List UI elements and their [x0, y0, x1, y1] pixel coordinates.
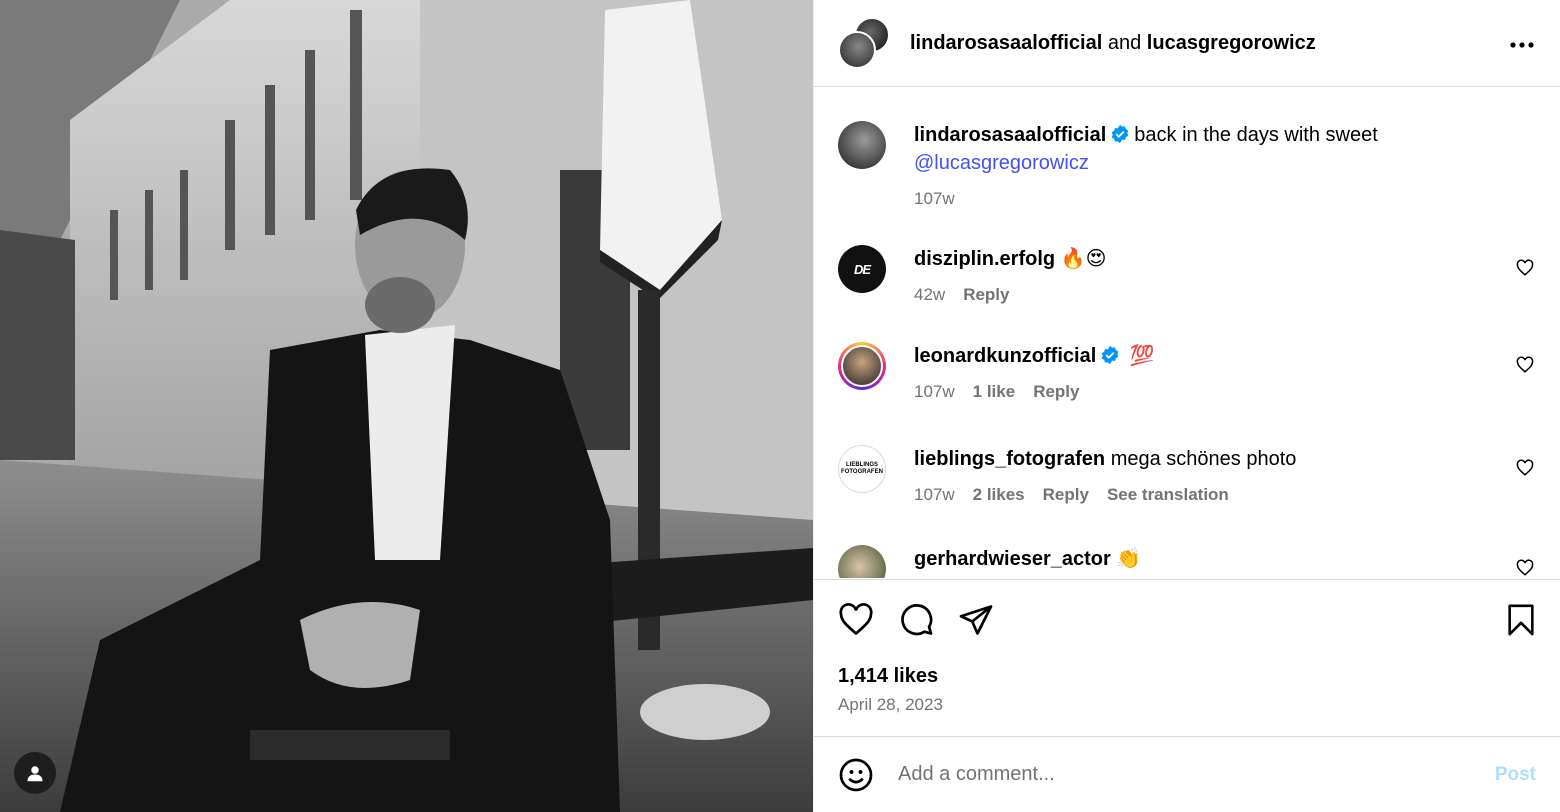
caption-username[interactable]: lindarosasaalofficial — [914, 124, 1106, 146]
comment-row: LIEBLINGS FOTOGRAFEN lieblings_fotografe… — [838, 445, 1544, 509]
comment-text: 💯 — [1129, 345, 1155, 367]
comment-time[interactable]: 107w — [914, 378, 955, 406]
like-comment-heart-icon[interactable] — [1516, 559, 1534, 577]
more-options-button[interactable] — [1510, 29, 1534, 49]
like-comment-heart-icon[interactable] — [1516, 356, 1534, 374]
comment-input[interactable] — [898, 763, 1483, 786]
comment-row: leonardkunzofficial 💯 107w 1 like Reply — [838, 342, 1544, 406]
comment-time[interactable]: 107w — [914, 481, 955, 509]
photo-scene — [0, 0, 813, 812]
comment-likes[interactable]: 2 likes — [973, 481, 1025, 509]
comment-text: 🔥😍 — [1060, 248, 1107, 270]
post-date[interactable]: April 28, 2023 — [838, 695, 943, 715]
like-comment-heart-icon[interactable] — [1516, 259, 1534, 277]
comment-likes[interactable]: 1 like — [973, 378, 1016, 406]
avatar[interactable]: LIEBLINGS FOTOGRAFEN — [838, 445, 886, 493]
comment-bubble-icon[interactable] — [898, 602, 934, 638]
disziplin-logo: DE — [853, 261, 871, 277]
lieblings-logo-line2: FOTOGRAFEN — [841, 469, 883, 475]
author-link-1[interactable]: lindarosasaalofficial — [910, 32, 1102, 54]
comments-list[interactable]: lindarosasaalofficial back in the days wi… — [814, 88, 1560, 578]
avatar — [841, 345, 883, 387]
lieblings-logo-line1: LIEBLINGS — [845, 462, 878, 468]
person-icon — [27, 766, 43, 782]
post-viewer: lindarosasaalofficial and lucasgregorowi… — [0, 0, 1560, 812]
caption-mention[interactable]: @lucasgregorowicz — [914, 152, 1089, 174]
reply-button[interactable]: Reply — [1033, 378, 1079, 406]
like-comment-heart-icon[interactable] — [1516, 459, 1534, 477]
caption-row: lindarosasaalofficial back in the days wi… — [838, 121, 1544, 213]
post-details-panel: lindarosasaalofficial and lucasgregorowi… — [813, 0, 1560, 812]
avatar[interactable] — [838, 545, 886, 578]
comment-text: mega schönes photo — [1110, 448, 1297, 470]
avatar[interactable]: DE — [838, 245, 886, 293]
collab-avatars[interactable] — [838, 17, 890, 69]
verified-badge-icon — [1101, 345, 1119, 365]
share-paper-plane-icon[interactable] — [958, 602, 994, 638]
more-horizontal-icon — [1510, 42, 1534, 48]
avatar-story-ring[interactable] — [838, 342, 886, 390]
avatar-lindarosasaalofficial[interactable] — [838, 31, 876, 69]
comment-text: 👏 — [1116, 548, 1142, 570]
save-bookmark-icon[interactable] — [1504, 602, 1538, 638]
emoji-icon[interactable] — [838, 757, 874, 793]
comment-row: gerhardwieser_actor 👏 — [838, 545, 1544, 578]
comment-row: DE disziplin.erfolg 🔥😍 42w Reply — [838, 245, 1544, 309]
comment-time[interactable]: 42w — [914, 281, 945, 309]
see-translation-button[interactable]: See translation — [1107, 481, 1229, 509]
comment-username[interactable]: gerhardwieser_actor — [914, 548, 1111, 570]
verified-badge-icon — [1111, 124, 1129, 144]
post-comment-button[interactable]: Post — [1495, 764, 1536, 786]
likes-count[interactable]: 1,414 likes — [838, 665, 938, 688]
post-authors: lindarosasaalofficial and lucasgregorowi… — [910, 32, 1316, 55]
tagged-users-button[interactable] — [14, 752, 56, 794]
avatar[interactable] — [838, 121, 886, 169]
caption-text: back in the days with sweet — [1134, 124, 1378, 146]
caption-time[interactable]: 107w — [914, 185, 955, 213]
author-joiner: and — [1107, 31, 1142, 54]
post-actions: 1,414 likes April 28, 2023 — [814, 579, 1560, 736]
comment-username[interactable]: lieblings_fotografen — [914, 448, 1105, 470]
like-heart-icon[interactable] — [838, 602, 874, 638]
comment-composer: Post — [814, 736, 1560, 812]
reply-button[interactable]: Reply — [963, 281, 1009, 309]
post-photo[interactable] — [0, 0, 813, 812]
post-header: lindarosasaalofficial and lucasgregorowi… — [814, 0, 1560, 87]
reply-button[interactable]: Reply — [1043, 481, 1089, 509]
comment-username[interactable]: leonardkunzofficial — [914, 345, 1096, 367]
author-link-2[interactable]: lucasgregorowicz — [1147, 32, 1316, 54]
comment-username[interactable]: disziplin.erfolg — [914, 248, 1055, 270]
